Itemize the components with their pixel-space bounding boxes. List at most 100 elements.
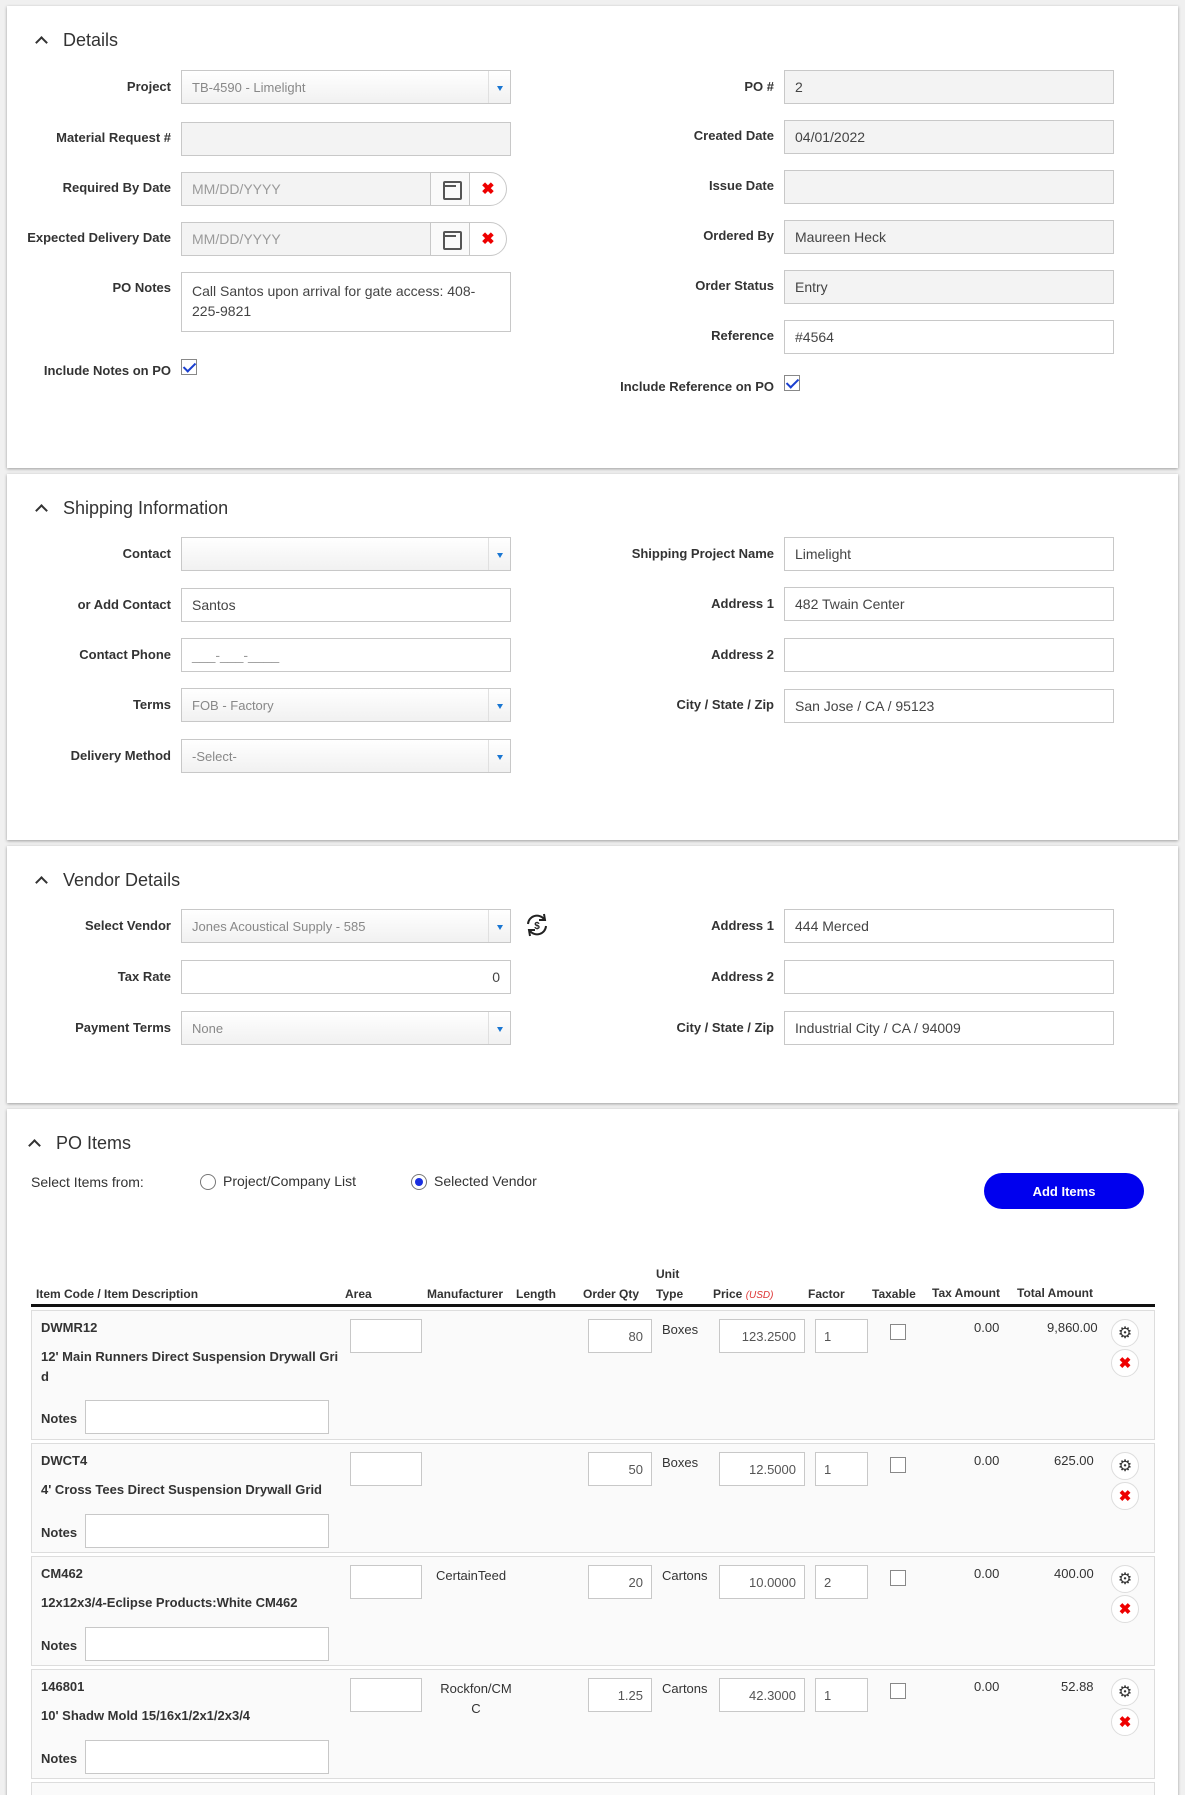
vendor-city-input[interactable]: Industrial City / CA / 94009	[784, 1011, 1114, 1045]
unit-type: Boxes	[662, 1322, 699, 1337]
price-input[interactable]: 12.5000	[719, 1452, 805, 1486]
material-request-input[interactable]	[181, 122, 511, 156]
qty-input[interactable]: 1.25	[588, 1678, 652, 1712]
area-input[interactable]	[350, 1678, 422, 1712]
factor-input[interactable]: 2	[815, 1565, 868, 1599]
qty-input[interactable]: 20	[588, 1565, 652, 1599]
po-items-title: PO Items	[56, 1133, 132, 1153]
vendor-address1-input[interactable]: 444 Merced	[784, 909, 1114, 943]
delete-icon[interactable]: ✖	[1111, 1708, 1139, 1736]
include-reference-checkbox[interactable]	[784, 375, 800, 391]
delete-icon[interactable]: ✖	[1111, 1595, 1139, 1623]
unit-type: Cartons	[662, 1681, 708, 1696]
gear-icon[interactable]: ⚙	[1111, 1565, 1139, 1593]
collapse-caret-icon[interactable]	[33, 872, 51, 890]
price-input[interactable]: 42.3000	[719, 1678, 805, 1712]
collapse-caret-icon[interactable]	[33, 500, 51, 518]
expected-date-clear-icon[interactable]: ✖	[469, 222, 507, 256]
ordered-by-input[interactable]: Maureen Heck	[784, 220, 1114, 254]
tax-amount: 0.00	[974, 1679, 1000, 1694]
contact-phone-input[interactable]: ___-___-____	[181, 638, 511, 672]
reference-input[interactable]: #4564	[784, 320, 1114, 354]
po-notes-textarea[interactable]: Call Santos upon arrival for gate access…	[181, 272, 511, 332]
col-price-label: Price	[713, 1287, 743, 1301]
terms-select[interactable]: FOB - Factory	[181, 688, 511, 722]
selected-vendor-radio[interactable]	[411, 1174, 427, 1190]
col-manufacturer: Manufacturer	[427, 1287, 504, 1301]
select-vendor-select[interactable]: Jones Acoustical Supply - 585	[181, 909, 511, 943]
collapse-caret-icon[interactable]	[33, 32, 51, 50]
taxable-checkbox[interactable]	[890, 1683, 906, 1699]
table-row: 146801 10' Shadw Mold 15/16x1/2x1/2x3/4 …	[31, 1669, 1155, 1779]
shipping-header[interactable]: Shipping Information	[33, 498, 228, 519]
expected-date-calendar-icon[interactable]	[430, 222, 470, 256]
notes-input[interactable]	[85, 1400, 329, 1434]
dropdown-arrow-icon	[488, 71, 510, 103]
tax-rate-input[interactable]: 0	[181, 960, 511, 994]
col-price: Price (USD)	[713, 1285, 773, 1305]
shipping-address2-input[interactable]	[784, 638, 1114, 672]
shipping-project-name-input[interactable]: Limelight	[784, 537, 1114, 571]
material-request-label: Material Request #	[56, 130, 171, 145]
col-order-qty: Order Qty	[583, 1287, 640, 1301]
delete-icon[interactable]: ✖	[1111, 1349, 1139, 1377]
created-date-input[interactable]: 04/01/2022	[784, 120, 1114, 154]
area-input[interactable]	[350, 1319, 422, 1353]
issue-date-input[interactable]	[784, 170, 1114, 204]
taxable-checkbox[interactable]	[890, 1324, 906, 1340]
add-contact-input[interactable]: Santos	[181, 588, 511, 622]
delivery-method-select[interactable]: -Select-	[181, 739, 511, 773]
add-items-button[interactable]: Add Items	[984, 1173, 1144, 1209]
collapse-caret-icon[interactable]	[26, 1135, 44, 1153]
project-select[interactable]: TB-4590 - Limelight	[181, 70, 511, 104]
required-by-date-input[interactable]: MM/DD/YYYY	[181, 172, 431, 206]
factor-input[interactable]: 1	[815, 1452, 868, 1486]
details-header[interactable]: Details	[33, 30, 118, 51]
gear-icon[interactable]: ⚙	[1111, 1452, 1139, 1480]
notes-input[interactable]	[85, 1514, 329, 1548]
delete-icon[interactable]: ✖	[1111, 1482, 1139, 1510]
gear-icon[interactable]: ⚙	[1111, 1319, 1139, 1347]
qty-input[interactable]: 50	[588, 1452, 652, 1486]
contact-select[interactable]	[181, 537, 511, 571]
shipping-address1-input[interactable]: 482 Twain Center	[784, 587, 1114, 621]
price-input[interactable]: 123.2500	[719, 1319, 805, 1353]
area-input[interactable]	[350, 1452, 422, 1486]
required-date-calendar-icon[interactable]	[430, 172, 470, 206]
order-status-input[interactable]: Entry	[784, 270, 1114, 304]
po-number-input[interactable]: 2	[784, 70, 1114, 104]
required-date-clear-icon[interactable]: ✖	[469, 172, 507, 206]
shipping-address2-label: Address 2	[711, 647, 774, 662]
item-description: 4' Cross Tees Direct Suspension Drywall …	[41, 1482, 322, 1497]
expected-delivery-date-input[interactable]: MM/DD/YYYY	[181, 222, 431, 256]
taxable-checkbox[interactable]	[890, 1570, 906, 1586]
payment-terms-select[interactable]: None	[181, 1011, 511, 1045]
project-list-radio[interactable]	[200, 1174, 216, 1190]
details-section: Details Project TB-4590 - Limelight Mate…	[7, 6, 1178, 468]
col-tax-amount: Tax Amount	[932, 1286, 1000, 1300]
include-notes-checkbox[interactable]	[181, 359, 197, 375]
contact-phone-label: Contact Phone	[79, 647, 171, 662]
notes-input[interactable]	[85, 1627, 329, 1661]
area-input[interactable]	[350, 1565, 422, 1599]
vendor-address2-input[interactable]	[784, 960, 1114, 994]
unit-type: Boxes	[662, 1455, 699, 1470]
sync-vendor-icon[interactable]: $	[524, 912, 550, 938]
vendor-address1-label: Address 1	[711, 918, 774, 933]
total-amount: 52.88	[1061, 1679, 1094, 1694]
qty-input[interactable]: 80	[588, 1319, 652, 1353]
tax-amount: 0.00	[974, 1320, 1000, 1335]
factor-input[interactable]: 1	[815, 1319, 868, 1353]
taxable-checkbox[interactable]	[890, 1457, 906, 1473]
vendor-header[interactable]: Vendor Details	[33, 870, 180, 891]
vendor-city-label: City / State / Zip	[676, 1020, 774, 1035]
price-input[interactable]: 10.0000	[719, 1565, 805, 1599]
factor-input[interactable]: 1	[815, 1678, 868, 1712]
project-list-radio-label[interactable]: Project/Company List	[223, 1173, 356, 1189]
selected-vendor-radio-label[interactable]: Selected Vendor	[434, 1173, 537, 1189]
table-row: CM462 12x12x3/4-Eclipse Products:White C…	[31, 1556, 1155, 1666]
shipping-city-input[interactable]: San Jose / CA / 95123	[784, 689, 1114, 723]
po-items-header[interactable]: PO Items	[26, 1133, 131, 1154]
gear-icon[interactable]: ⚙	[1111, 1678, 1139, 1706]
notes-input[interactable]	[85, 1740, 329, 1774]
